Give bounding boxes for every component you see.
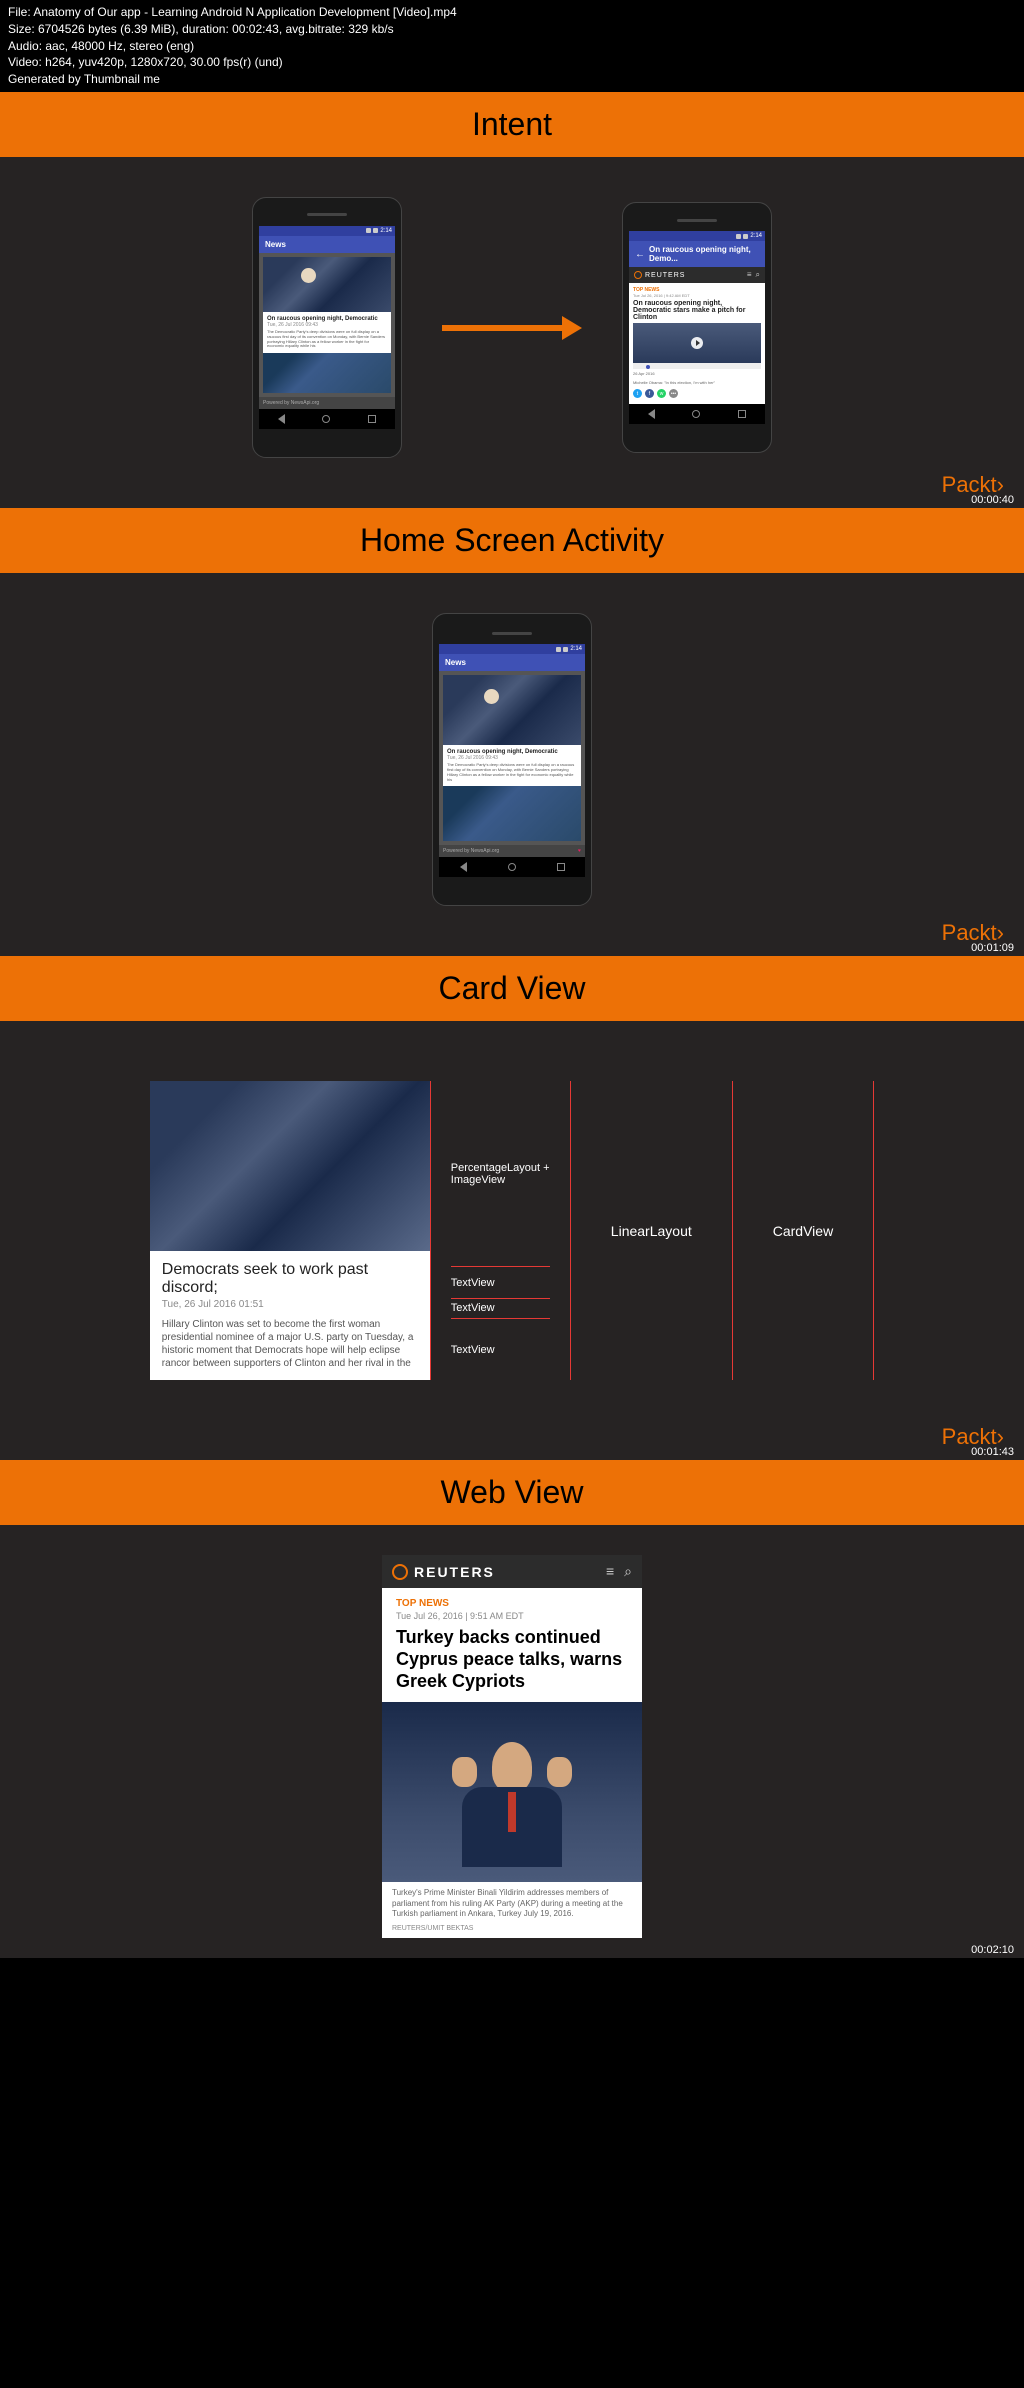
menu-icon[interactable]: ≡: [747, 270, 752, 280]
news-image-2: [443, 786, 581, 841]
label-cardview: CardView: [773, 1223, 833, 1239]
app-bar-detail: ← On raucous opening night, Demo...: [629, 241, 765, 267]
section-header-intent: Intent: [0, 92, 1024, 157]
image-credit: REUTERS/UMIT BEKTAS: [382, 1925, 642, 1938]
back-arrow-icon[interactable]: ←: [635, 249, 645, 260]
video-caption-date: 26 Apr 2016: [633, 369, 761, 378]
search-icon[interactable]: ⌕: [756, 270, 760, 280]
reuters-header: REUTERS ≡ ⌕: [382, 1555, 642, 1588]
section-header-home: Home Screen Activity: [0, 508, 1024, 573]
news-image: [263, 257, 391, 312]
article-headline: Turkey backs continued Cyprus peace talk…: [396, 1627, 628, 1692]
video-progress[interactable]: [633, 363, 761, 369]
status-bar: 2:14: [439, 644, 585, 654]
label-percentage: PercentageLayout + ImageView: [451, 1162, 550, 1186]
reuters-logo: REUTERS: [392, 1564, 495, 1580]
social-share: t f w •••: [633, 387, 761, 400]
meta-size: Size: 6704526 bytes (6.39 MiB), duration…: [8, 21, 1016, 38]
news-date: Tue, 26 Jul 2016 09:43: [267, 322, 387, 328]
facebook-icon[interactable]: f: [645, 389, 654, 398]
app-bar: News: [259, 236, 395, 253]
image-caption: Turkey's Prime Minister Binali Yildirim …: [382, 1882, 642, 1925]
video-thumbnail[interactable]: [633, 323, 761, 363]
meta-generated: Generated by Thumbnail me: [8, 71, 1016, 88]
article-image: [382, 1702, 642, 1882]
article-date: Tue Jul 26, 2016 | 9:42 AM EDT: [633, 293, 761, 298]
nav-bar: [629, 404, 765, 424]
phone-news-detail: 2:14 ← On raucous opening night, Demo...…: [622, 202, 772, 453]
card-title: Democrats seek to work past discord;: [162, 1261, 418, 1297]
menu-icon[interactable]: ≡: [606, 1563, 614, 1580]
nav-back-icon[interactable]: [648, 409, 655, 419]
video-caption: Michelle Obama: "In this election, I'm w…: [633, 378, 761, 387]
webview-container: REUTERS ≡ ⌕ TOP NEWS Tue Jul 26, 2016 | 9…: [382, 1555, 642, 1938]
play-button-icon[interactable]: [691, 337, 703, 349]
article-headline: On raucous opening night, Democratic sta…: [633, 300, 761, 321]
diagram-col-linear: LinearLayout: [570, 1081, 732, 1380]
nav-recent-icon[interactable]: [557, 863, 565, 871]
nav-back-icon[interactable]: [278, 414, 285, 424]
app-bar: News: [439, 654, 585, 671]
timestamp: 00:01:43: [971, 1446, 1014, 1458]
nav-home-icon[interactable]: [508, 863, 516, 871]
more-icon[interactable]: •••: [669, 389, 678, 398]
meta-audio: Audio: aac, 48000 Hz, stereo (eng): [8, 38, 1016, 55]
nav-recent-icon[interactable]: [738, 410, 746, 418]
video-metadata: File: Anatomy of Our app - Learning Andr…: [0, 0, 1024, 92]
news-card[interactable]: On raucous opening night, Democratic Tue…: [443, 745, 581, 786]
footer: Powered by NewsApi.org: [259, 397, 395, 409]
frame-home: 2:14 News On raucous opening night, Demo…: [0, 573, 1024, 956]
nav-bar: [259, 409, 395, 429]
diagram-col-parts: PercentageLayout + ImageView TextView Te…: [430, 1081, 570, 1380]
card-preview: Democrats seek to work past discord; Tue…: [150, 1081, 430, 1380]
phone-news-list: 2:14 News On raucous opening night, Demo…: [252, 197, 402, 458]
meta-file: File: Anatomy of Our app - Learning Andr…: [8, 4, 1016, 21]
reuters-header: REUTERS ≡ ⌕: [629, 267, 765, 283]
card-image: [150, 1081, 430, 1251]
label-textview-3: TextView: [451, 1344, 495, 1356]
status-bar: 2:14: [259, 226, 395, 236]
nav-home-icon[interactable]: [692, 410, 700, 418]
timestamp: 00:00:40: [971, 494, 1014, 506]
news-desc: The Democratic Party's deep divisions we…: [267, 330, 387, 349]
reuters-logo: REUTERS: [634, 271, 685, 279]
label-textview-1: TextView: [451, 1277, 495, 1289]
news-desc: The Democratic Party's deep divisions we…: [447, 763, 577, 782]
news-image: [443, 675, 581, 745]
status-bar: 2:14: [629, 231, 765, 241]
frame-intent: 2:14 News On raucous opening night, Demo…: [0, 157, 1024, 508]
article-date: Tue Jul 26, 2016 | 9:51 AM EDT: [396, 1611, 628, 1621]
timestamp: 00:01:09: [971, 942, 1014, 954]
section-header-card: Card View: [0, 956, 1024, 1021]
whatsapp-icon[interactable]: w: [657, 389, 666, 398]
nav-home-icon[interactable]: [322, 415, 330, 423]
news-card[interactable]: On raucous opening night, Democratic Tue…: [263, 312, 391, 353]
diagram-col-cardview: CardView: [732, 1081, 874, 1380]
search-icon[interactable]: ⌕: [624, 1563, 632, 1580]
meta-video: Video: h264, yuv420p, 1280x720, 30.00 fp…: [8, 54, 1016, 71]
intent-arrow-icon: [442, 316, 582, 340]
label-linear: LinearLayout: [611, 1223, 692, 1239]
label-textview-2: TextView: [451, 1302, 495, 1314]
nav-bar: [439, 857, 585, 877]
news-image-2: [263, 353, 391, 393]
section-header-web: Web View: [0, 1460, 1024, 1525]
top-news-label: TOP NEWS: [396, 1598, 628, 1609]
twitter-icon[interactable]: t: [633, 389, 642, 398]
card-date: Tue, 26 Jul 2016 01:51: [162, 1299, 418, 1310]
frame-card: Democrats seek to work past discord; Tue…: [0, 1021, 1024, 1460]
timestamp: 00:02:10: [971, 1944, 1014, 1956]
card-desc: Hillary Clinton was set to become the fi…: [162, 1318, 418, 1370]
news-date: Tue, 26 Jul 2016 09:43: [447, 755, 577, 761]
nav-back-icon[interactable]: [460, 862, 467, 872]
footer: Powered by NewsApi.org♥: [439, 845, 585, 857]
phone-home-screen: 2:14 News On raucous opening night, Demo…: [432, 613, 592, 906]
frame-web: REUTERS ≡ ⌕ TOP NEWS Tue Jul 26, 2016 | 9…: [0, 1525, 1024, 1958]
nav-recent-icon[interactable]: [368, 415, 376, 423]
